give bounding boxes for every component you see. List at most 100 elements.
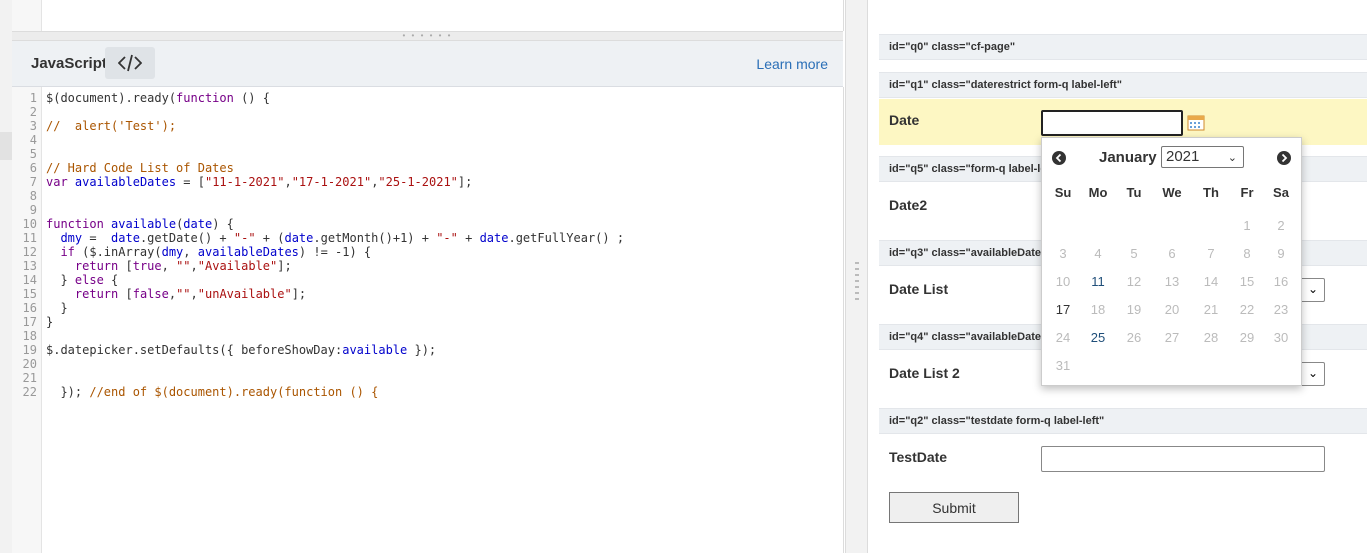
calendar-day-unavailable: 2	[1277, 218, 1285, 233]
calendar-day-unavailable: 27	[1164, 330, 1180, 345]
horizontal-splitter-handle[interactable]: • • • • • •	[12, 31, 843, 41]
line-number: 16	[22, 301, 37, 315]
line-number: 12	[22, 245, 37, 259]
javascript-panel-title: JavaScript	[31, 55, 107, 72]
calendar-day-unavailable: 6	[1168, 246, 1176, 261]
code-line[interactable]: }	[46, 315, 53, 329]
code-line[interactable]: dmy = date.getDate() + "-" + (date.getMo…	[46, 231, 624, 245]
code-line[interactable]: $(document).ready(function () {	[46, 91, 270, 105]
calendar-day-unavailable: 20	[1164, 302, 1180, 317]
datepicker-month: January	[1099, 149, 1157, 166]
calendar-day-available[interactable]: 25	[1083, 330, 1113, 345]
line-number: 6	[29, 161, 37, 175]
calendar-day-unavailable: 4	[1094, 246, 1102, 261]
weekday-header: Su	[1054, 185, 1072, 200]
calendar-day-unavailable: 13	[1164, 274, 1180, 289]
line-number-gutter	[12, 0, 42, 31]
chevron-down-icon: ⌄	[1227, 152, 1237, 164]
line-number: 2	[29, 105, 37, 119]
line-number: 14	[22, 273, 37, 287]
line-number: 18	[22, 329, 37, 343]
datepicker-year-select[interactable]: 2021 ⌄	[1161, 146, 1244, 168]
calendar-day-unavailable: 5	[1130, 246, 1138, 261]
calendar-icon[interactable]	[1187, 113, 1205, 131]
vertical-splitter-handle[interactable]	[845, 0, 868, 553]
calendar-day-unavailable: 1	[1243, 218, 1251, 233]
line-number: 4	[29, 133, 37, 147]
line-number: 22	[22, 385, 37, 399]
line-number: 15	[22, 287, 37, 301]
line-number: 20	[22, 357, 37, 371]
learn-more-link[interactable]: Learn more	[756, 56, 828, 72]
calendar-day-unavailable: 7	[1207, 246, 1215, 261]
line-number: 8	[29, 189, 37, 203]
date-list-2-select[interactable]: ⌄	[1300, 362, 1325, 386]
date-input[interactable]	[1041, 110, 1183, 136]
q2-meta-bar: id="q2" class="testdate form-q label-lef…	[879, 408, 1367, 434]
date2-label: Date2	[889, 197, 928, 213]
weekday-header: Th	[1203, 185, 1219, 200]
weekday-header: Tu	[1126, 185, 1142, 200]
code-line[interactable]: if ($.inArray(dmy, availableDates) != -1…	[46, 245, 371, 259]
code-view-toggle-button[interactable]	[105, 47, 155, 79]
calendar-day-unavailable: 12	[1126, 274, 1142, 289]
code-editor-panel: • • • • • • JavaScript Learn more 123456…	[0, 0, 845, 553]
code-line[interactable]: return [true, "","Available"];	[46, 259, 292, 273]
calendar-day-unavailable: 21	[1203, 302, 1219, 317]
calendar-day-unavailable: 8	[1243, 246, 1251, 261]
calendar-day-unavailable: 16	[1273, 274, 1289, 289]
line-number: 17	[22, 315, 37, 329]
calendar-day-available[interactable]: 11	[1083, 274, 1113, 289]
calendar-day-available[interactable]: 17	[1048, 302, 1078, 317]
code-brackets-icon	[118, 54, 142, 72]
calendar-day-unavailable: 30	[1273, 330, 1289, 345]
chevron-down-icon: ⌄	[1308, 366, 1319, 380]
code-line[interactable]: } else {	[46, 273, 118, 287]
q1-meta-bar: id="q1" class="daterestrict form-q label…	[879, 72, 1367, 98]
line-number: 10	[22, 217, 37, 231]
datepicker-popup: January 2021 ⌄ Su Mo Tu We Th Fr Sa 1 2 3 4 5 6 7 8 9 10 1…	[1041, 137, 1302, 386]
calendar-day-unavailable: 15	[1239, 274, 1255, 289]
code-line[interactable]: $.datepicker.setDefaults({ beforeShowDay…	[46, 343, 436, 357]
code-line[interactable]: // alert('Test');	[46, 119, 176, 133]
chevron-down-icon: ⌄	[1308, 282, 1319, 296]
line-number: 13	[22, 259, 37, 273]
code-line[interactable]: var availableDates = ["11-1-2021","17-1-…	[46, 175, 472, 189]
testdate-input[interactable]	[1041, 446, 1325, 472]
calendar-day-unavailable: 19	[1126, 302, 1142, 317]
date-list-label: Date List	[889, 281, 949, 297]
calendar-day-unavailable: 31	[1055, 358, 1071, 373]
calendar-day-unavailable: 29	[1239, 330, 1255, 345]
date-list-select[interactable]: ⌄	[1300, 278, 1325, 302]
javascript-panel-header: JavaScript Learn more	[12, 41, 843, 87]
next-month-icon[interactable]	[1277, 151, 1291, 165]
date-label: Date	[889, 112, 920, 128]
prev-month-icon[interactable]	[1052, 151, 1066, 165]
calendar-day-unavailable: 18	[1090, 302, 1106, 317]
calendar-day-unavailable: 22	[1239, 302, 1255, 317]
weekday-header: Sa	[1273, 185, 1289, 200]
calendar-day-unavailable: 26	[1126, 330, 1142, 345]
gutter-marker	[0, 132, 12, 160]
line-number: 9	[29, 203, 37, 217]
css-editor-pane[interactable]	[12, 0, 844, 31]
line-number: 19	[22, 343, 37, 357]
calendar-day-unavailable: 9	[1277, 246, 1285, 261]
calendar-day-unavailable: 28	[1203, 330, 1219, 345]
q0-meta-bar: id="q0" class="cf-page"	[879, 34, 1367, 60]
javascript-code-editor[interactable]: 1 2 3 4 5 6 7 8 9 10 11 12 13 14 15 16 17 18 19 20 21 22 $(do…	[12, 87, 844, 553]
code-line[interactable]: return [false,"","unAvailable"];	[46, 287, 306, 301]
code-line[interactable]: }); //end of $(document).ready(function …	[46, 385, 378, 399]
weekday-header: We	[1162, 185, 1182, 200]
datepicker-header: January 2021 ⌄	[1042, 138, 1301, 178]
calendar-day-unavailable: 14	[1203, 274, 1219, 289]
submit-button[interactable]: Submit	[889, 492, 1019, 523]
calendar-day-unavailable: 10	[1055, 274, 1071, 289]
code-line[interactable]: function available(date) {	[46, 217, 234, 231]
code-line[interactable]: }	[46, 301, 67, 315]
code-line[interactable]: // Hard Code List of Dates	[46, 161, 234, 175]
date-list-2-label: Date List 2	[889, 365, 960, 381]
line-number: 3	[29, 119, 37, 133]
line-number: 21	[22, 371, 37, 385]
weekday-header: Mo	[1088, 185, 1108, 200]
